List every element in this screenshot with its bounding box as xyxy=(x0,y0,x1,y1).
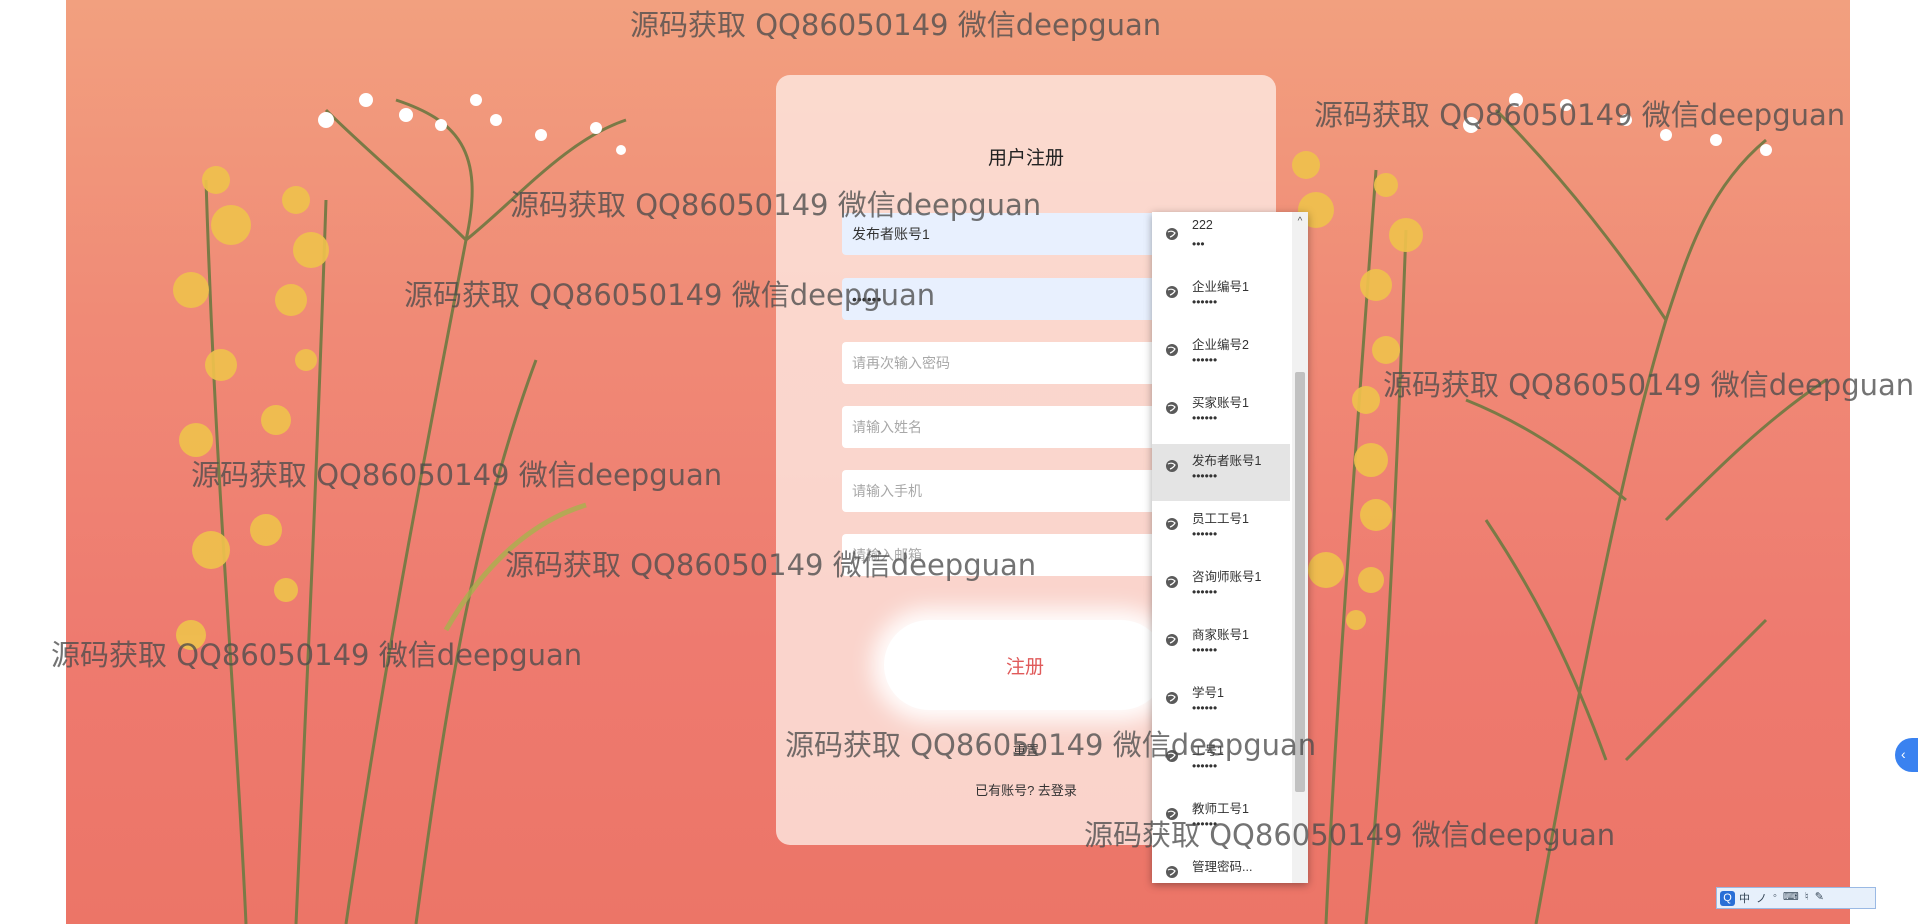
autofill-item[interactable]: 学号1 •••••• xyxy=(1152,676,1290,733)
autofill-username: 员工工号1 xyxy=(1192,512,1249,526)
globe-icon xyxy=(1166,750,1178,762)
autofill-item[interactable]: 企业编号2 •••••• xyxy=(1152,328,1290,385)
globe-icon xyxy=(1166,576,1178,588)
side-tab-button[interactable]: ‹ xyxy=(1895,738,1918,772)
autofill-username: 商家账号1 xyxy=(1192,628,1249,642)
autofill-username: 学号1 xyxy=(1192,686,1224,700)
autofill-password: ••• xyxy=(1192,237,1205,251)
scroll-up-icon[interactable]: ^ xyxy=(1294,216,1306,228)
autofill-username: 企业编号2 xyxy=(1192,338,1249,352)
autofill-username: 企业编号1 xyxy=(1192,280,1249,294)
autofill-item[interactable]: 咨询师账号1 •••••• xyxy=(1152,560,1290,617)
autofill-dropdown[interactable]: 222 ••• 企业编号1 •••••• 企业编号2 •••••• 买家账号1 •••••• 发… xyxy=(1152,212,1308,883)
autofill-password: •••••• xyxy=(1192,817,1218,831)
globe-icon xyxy=(1166,634,1178,646)
autofill-username: 教师工号1 xyxy=(1192,802,1249,816)
autofill-item[interactable]: 发布者账号1 •••••• xyxy=(1152,444,1290,501)
have-account-text: 已有账号? xyxy=(975,783,1035,798)
ime-item[interactable]: ◦ xyxy=(1773,890,1777,906)
page-background: 用户注册 注册 重置 已有账号? 去登录 xyxy=(66,0,1850,924)
autofill-item[interactable]: 买家账号1 •••••• xyxy=(1152,386,1290,443)
ime-item[interactable]: ♮ xyxy=(1805,890,1809,906)
autofill-item[interactable]: 商家账号1 •••••• xyxy=(1152,618,1290,675)
autofill-username: 管理密码... xyxy=(1192,860,1253,874)
globe-icon xyxy=(1166,518,1178,530)
login-link[interactable]: 去登录 xyxy=(1038,783,1077,798)
globe-icon xyxy=(1166,692,1178,704)
ime-items: 中ノ ◦ ⌨ ♮ ✎ xyxy=(1739,890,1824,906)
register-button[interactable]: 注册 xyxy=(884,620,1166,710)
autofill-item[interactable]: 管理密码... xyxy=(1152,850,1290,883)
autofill-password: •••••• xyxy=(1192,759,1218,773)
ime-item[interactable]: ✎ xyxy=(1815,890,1824,906)
dropdown-scrollbar[interactable]: ^ xyxy=(1292,212,1308,883)
autofill-username: 咨询师账号1 xyxy=(1192,570,1262,584)
globe-icon xyxy=(1166,402,1178,414)
autofill-password: •••••• xyxy=(1192,353,1218,367)
autofill-item[interactable]: 员工工号1 •••••• xyxy=(1152,502,1290,559)
autofill-password: •••••• xyxy=(1192,527,1218,541)
chevron-left-icon: ‹ xyxy=(1901,746,1906,762)
autofill-username: 工号1 xyxy=(1192,744,1224,758)
globe-icon xyxy=(1166,286,1178,298)
autofill-item[interactable]: 工号1 •••••• xyxy=(1152,734,1290,791)
autofill-item[interactable]: 教师工号1 •••••• xyxy=(1152,792,1290,849)
globe-icon xyxy=(1166,866,1178,878)
autofill-item[interactable]: 222 ••• xyxy=(1152,212,1290,269)
ime-item[interactable]: 中 xyxy=(1739,890,1750,906)
autofill-password: •••••• xyxy=(1192,469,1218,483)
ime-item[interactable]: ⌨ xyxy=(1783,890,1799,906)
page-title: 用户注册 xyxy=(987,148,1064,169)
globe-icon xyxy=(1166,344,1178,356)
ime-item[interactable]: ノ xyxy=(1756,890,1767,906)
ime-logo-icon: Q xyxy=(1720,890,1735,906)
scrollbar-thumb[interactable] xyxy=(1295,372,1305,792)
autofill-password: •••••• xyxy=(1192,585,1218,599)
globe-icon xyxy=(1166,808,1178,820)
globe-icon xyxy=(1166,228,1178,240)
autofill-password: •••••• xyxy=(1192,701,1218,715)
autofill-item[interactable]: 企业编号1 •••••• xyxy=(1152,270,1290,327)
autofill-username: 买家账号1 xyxy=(1192,396,1249,410)
autofill-username: 发布者账号1 xyxy=(1192,454,1262,468)
globe-icon xyxy=(1166,460,1178,472)
ime-toolbar[interactable]: Q 中ノ ◦ ⌨ ♮ ✎ xyxy=(1716,887,1876,909)
autofill-password: •••••• xyxy=(1192,643,1218,657)
autofill-password: •••••• xyxy=(1192,411,1218,425)
autofill-password: •••••• xyxy=(1192,295,1218,309)
autofill-username: 222 xyxy=(1192,218,1213,232)
